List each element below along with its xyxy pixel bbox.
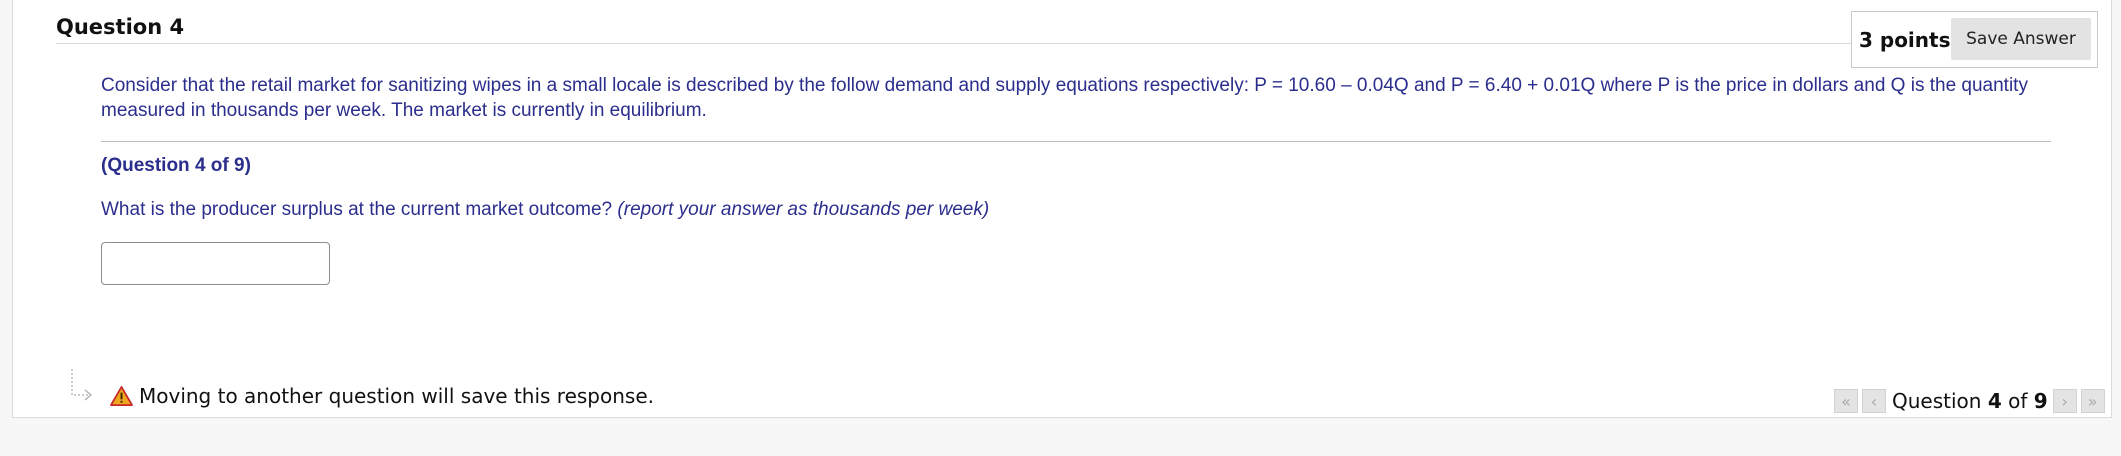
previous-question-button[interactable]: ‹ [1862, 389, 1886, 413]
save-answer-button[interactable]: Save Answer [1951, 18, 2091, 60]
points-box: 3 points Save Answer [1851, 11, 2098, 68]
pager-total: 9 [2033, 389, 2048, 413]
save-warning-message: Moving to another question will save thi… [139, 384, 654, 408]
pager-prefix: Question [1892, 389, 1982, 413]
pager-label: Question 4 of 9 [1892, 389, 2048, 413]
chevron-right-icon: › [2061, 391, 2068, 411]
points-label: 3 points [1859, 28, 1951, 52]
pager-current: 4 [1987, 389, 2002, 413]
section-divider [101, 141, 2051, 142]
pager-of: of [2008, 389, 2028, 413]
branch-arrow-icon [71, 369, 93, 401]
last-question-button[interactable]: » [2080, 389, 2105, 413]
double-chevron-left-icon: « [1841, 391, 1851, 411]
warning-icon [110, 386, 133, 406]
next-question-button[interactable]: › [2052, 389, 2077, 413]
question-text-main: What is the producer surplus at the curr… [101, 199, 613, 220]
question-hint: (report your answer as thousands per wee… [617, 199, 990, 220]
double-chevron-right-icon: » [2087, 391, 2098, 411]
question-pager: « ‹ Question 4 of 9 › » [1834, 388, 2109, 414]
chevron-left-icon: ‹ [1870, 391, 1878, 411]
question-card: Question 4 3 points Save Answer Consider… [12, 0, 2112, 418]
first-question-button[interactable]: « [1834, 389, 1858, 413]
question-prompt: Consider that the retail market for sani… [101, 75, 2028, 121]
title-divider [56, 43, 1851, 44]
answer-input[interactable] [101, 242, 330, 285]
page: Question 4 3 points Save Answer Consider… [0, 0, 2121, 456]
question-text: What is the producer surplus at the curr… [101, 199, 989, 221]
question-title: Question 4 [56, 15, 185, 39]
sub-question-number: (Question 4 of 9) [101, 155, 251, 176]
